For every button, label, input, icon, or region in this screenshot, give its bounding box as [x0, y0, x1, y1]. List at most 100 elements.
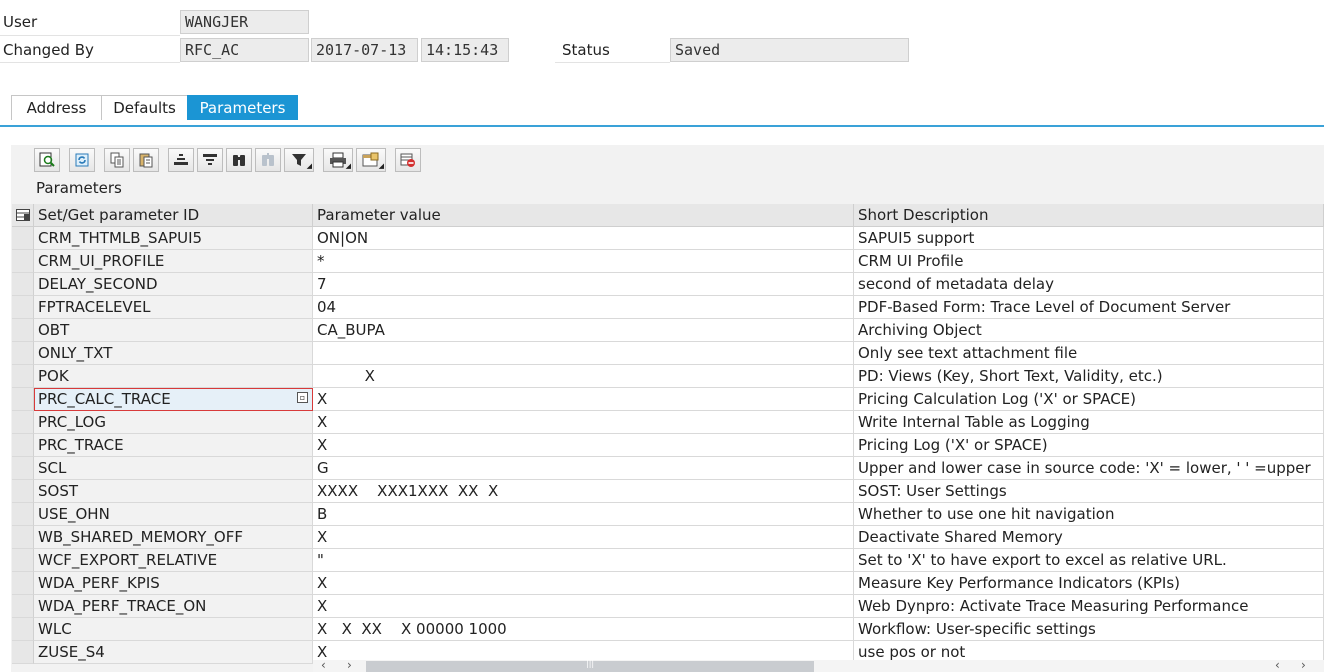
table-row[interactable]: DELAY_SECOND 7 second of metadata delay — [12, 273, 1324, 296]
parameter-id-cell[interactable]: ONLY_TXT — [34, 342, 313, 365]
parameter-value-cell[interactable]: X — [313, 411, 854, 434]
horizontal-scrollbar[interactable]: ‹ › ||| ‹ › — [313, 658, 1324, 672]
table-row[interactable]: CRM_THTMLB_SAPUI5 ON|ON SAPUI5 support — [12, 227, 1324, 250]
column-header-id[interactable]: Set/Get parameter ID — [34, 204, 313, 227]
parameter-value-cell[interactable]: X — [313, 526, 854, 549]
changed-time-field[interactable]: 14:15:43 — [421, 38, 509, 62]
table-row[interactable]: WCF_EXPORT_RELATIVE " Set to 'X' to have e… — [12, 549, 1324, 572]
copy-icon[interactable] — [104, 148, 130, 172]
table-row[interactable]: PRC_LOG X Write Internal Table as Logging — [12, 411, 1324, 434]
row-selector[interactable] — [12, 549, 34, 572]
row-selector[interactable] — [12, 342, 34, 365]
row-selector[interactable] — [12, 480, 34, 503]
column-header-description[interactable]: Short Description — [854, 204, 1324, 227]
table-row[interactable]: OBT CA_BUPA Archiving Object — [12, 319, 1324, 342]
table-row[interactable]: ONLY_TXT Only see text attachment file — [12, 342, 1324, 365]
parameter-value-cell[interactable] — [313, 342, 854, 365]
table-row[interactable]: WDA_PERF_TRACE_ON X Web Dynpro: Activate T… — [12, 595, 1324, 618]
tab-parameters[interactable]: Parameters — [187, 95, 298, 120]
table-row[interactable]: PRC_CALC_TRACE ▫ X Pricing Calculation Log … — [12, 388, 1324, 411]
parameter-value-cell[interactable]: X — [313, 365, 854, 388]
row-selector[interactable] — [12, 572, 34, 595]
row-selector[interactable] — [12, 319, 34, 342]
filter-icon[interactable]: ◢ — [284, 148, 314, 172]
row-selector[interactable] — [12, 618, 34, 641]
parameter-id-cell[interactable]: SCL — [34, 457, 313, 480]
parameter-value-cell[interactable]: X — [313, 434, 854, 457]
parameter-id-cell[interactable]: PRC_TRACE — [34, 434, 313, 457]
changed-by-field[interactable]: RFC_AC — [180, 38, 309, 62]
parameter-id-cell[interactable]: POK — [34, 365, 313, 388]
user-field[interactable]: WANGJER — [180, 10, 309, 34]
parameter-value-cell[interactable]: ON|ON — [313, 227, 854, 250]
parameter-id-cell[interactable]: OBT — [34, 319, 313, 342]
scroll-right-icon[interactable]: › — [347, 658, 352, 672]
row-selector[interactable] — [12, 273, 34, 296]
parameter-value-cell[interactable]: XXXX XXX1XXX XX X — [313, 480, 854, 503]
table-row[interactable]: WDA_PERF_KPIS X Measure Key Performance In… — [12, 572, 1324, 595]
print-icon[interactable]: ◢ — [323, 148, 353, 172]
find-next-icon[interactable] — [255, 148, 281, 172]
row-selector[interactable] — [12, 434, 34, 457]
table-row[interactable]: CRM_UI_PROFILE * CRM UI Profile — [12, 250, 1324, 273]
table-row[interactable]: PRC_TRACE X Pricing Log ('X' or SPACE) — [12, 434, 1324, 457]
row-selector[interactable] — [12, 595, 34, 618]
row-selector[interactable] — [12, 457, 34, 480]
parameter-value-cell[interactable]: G — [313, 457, 854, 480]
parameter-value-cell[interactable]: CA_BUPA — [313, 319, 854, 342]
delete-row-icon[interactable] — [395, 148, 421, 172]
parameter-value-cell[interactable]: X X XX X 00000 1000 — [313, 618, 854, 641]
sort-descending-icon[interactable] — [197, 148, 223, 172]
table-row[interactable]: FPTRACELEVEL 04 PDF-Based Form: Trace Leve… — [12, 296, 1324, 319]
parameter-value-cell[interactable]: X — [313, 388, 854, 411]
row-selector[interactable] — [12, 503, 34, 526]
row-selector[interactable] — [12, 388, 34, 411]
parameter-id-cell[interactable]: SOST — [34, 480, 313, 503]
row-selector[interactable] — [12, 296, 34, 319]
parameter-id-cell[interactable]: CRM_UI_PROFILE — [34, 250, 313, 273]
value-help-icon[interactable]: ▫ — [297, 392, 308, 403]
scroll-right-icon[interactable]: › — [1301, 658, 1306, 672]
paste-icon[interactable] — [133, 148, 159, 172]
select-all-icon[interactable] — [12, 204, 34, 227]
column-header-value[interactable]: Parameter value — [313, 204, 854, 227]
refresh-icon[interactable] — [69, 148, 95, 172]
parameter-id-cell[interactable]: PRC_LOG — [34, 411, 313, 434]
parameter-id-cell[interactable]: WB_SHARED_MEMORY_OFF — [34, 526, 313, 549]
parameter-value-cell[interactable]: 04 — [313, 296, 854, 319]
table-row[interactable]: SCL G Upper and lower case in source code:… — [12, 457, 1324, 480]
parameter-id-cell[interactable]: DELAY_SECOND — [34, 273, 313, 296]
parameter-id-cell[interactable]: PRC_CALC_TRACE ▫ — [34, 388, 313, 411]
details-icon[interactable] — [34, 148, 60, 172]
table-row[interactable]: WLC X X XX X 00000 1000 Workflow: User-spe… — [12, 618, 1324, 641]
table-row[interactable]: USE_OHN B Whether to use one hit navigatio… — [12, 503, 1324, 526]
row-selector[interactable] — [12, 526, 34, 549]
parameter-value-cell[interactable]: " — [313, 549, 854, 572]
parameter-id-cell[interactable]: WCF_EXPORT_RELATIVE — [34, 549, 313, 572]
parameter-id-cell[interactable]: ZUSE_S4 — [34, 641, 313, 664]
parameter-value-cell[interactable]: 7 — [313, 273, 854, 296]
changed-date-field[interactable]: 2017-07-13 — [311, 38, 418, 62]
parameter-value-cell[interactable]: X — [313, 595, 854, 618]
parameter-value-cell[interactable]: * — [313, 250, 854, 273]
parameter-value-cell[interactable]: X — [313, 572, 854, 595]
parameter-id-cell[interactable]: WDA_PERF_TRACE_ON — [34, 595, 313, 618]
scrollbar-thumb[interactable]: ||| — [366, 659, 814, 672]
sort-ascending-icon[interactable] — [168, 148, 194, 172]
table-row[interactable]: SOST XXXX XXX1XXX XX X SOST: User Settings — [12, 480, 1324, 503]
scroll-left-icon[interactable]: ‹ — [1275, 658, 1280, 672]
row-selector[interactable] — [12, 641, 34, 664]
parameter-id-cell[interactable]: USE_OHN — [34, 503, 313, 526]
scroll-left-icon[interactable]: ‹ — [321, 658, 326, 672]
table-row[interactable]: WB_SHARED_MEMORY_OFF X Deactivate Shared M… — [12, 526, 1324, 549]
parameter-value-cell[interactable]: B — [313, 503, 854, 526]
parameter-id-cell[interactable]: WDA_PERF_KPIS — [34, 572, 313, 595]
row-selector[interactable] — [12, 227, 34, 250]
parameter-id-cell[interactable]: FPTRACELEVEL — [34, 296, 313, 319]
tab-defaults[interactable]: Defaults — [101, 95, 188, 120]
parameter-id-cell[interactable]: CRM_THTMLB_SAPUI5 — [34, 227, 313, 250]
row-selector[interactable] — [12, 411, 34, 434]
table-row[interactable]: POK X PD: Views (Key, Short Text, Validit… — [12, 365, 1324, 388]
layout-icon[interactable]: ◢ — [356, 148, 386, 172]
status-field[interactable]: Saved — [670, 38, 909, 62]
